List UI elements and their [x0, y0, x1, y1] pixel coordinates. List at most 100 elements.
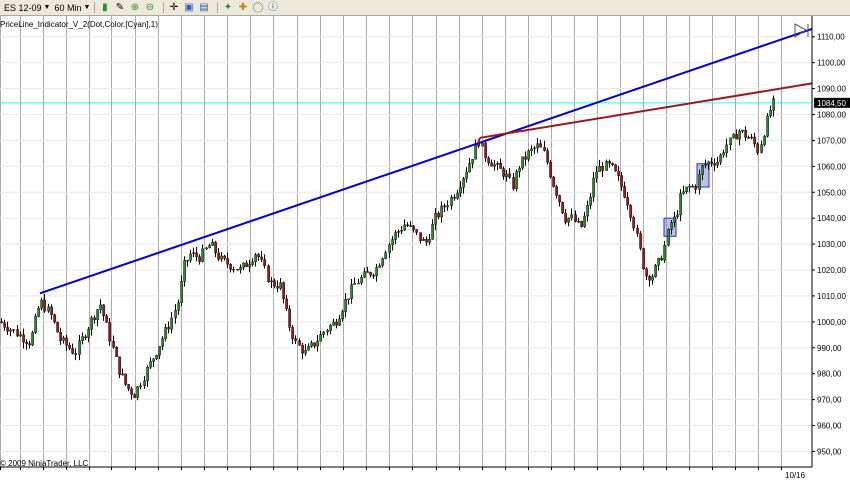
candle-down	[6, 327, 9, 332]
candle-up	[152, 358, 155, 362]
indicator-label: PriceLine_Indicator_V_2(Dot,Color.[Cyan]…	[0, 20, 158, 29]
candle-up	[536, 143, 539, 149]
y-tick-label: 1030,00	[817, 240, 846, 249]
y-tick-label: 1010,00	[817, 292, 846, 301]
candle-up	[388, 244, 391, 253]
candle-down	[112, 341, 115, 348]
candle-up	[81, 336, 84, 342]
zoom-out-icon[interactable]: ⊖	[144, 2, 155, 13]
price-chart[interactable]: 950,00 960,00 970,00 980,00 990,00 1000,00 101…	[0, 16, 850, 483]
candle-down	[245, 262, 248, 267]
pen-icon[interactable]: ✎	[114, 2, 125, 13]
candle-down	[276, 286, 279, 289]
candle-up	[403, 224, 406, 231]
candle-down	[546, 150, 549, 163]
candle-down	[412, 225, 415, 230]
candle-up	[766, 115, 769, 137]
candle-up	[183, 260, 186, 282]
candle-down	[484, 142, 487, 159]
candle-down	[263, 259, 266, 267]
interval-label: 60 Min	[54, 2, 82, 13]
y-tick-label: 950,00	[817, 447, 842, 456]
candle-down	[629, 205, 632, 218]
candle-down	[648, 276, 651, 281]
candle-up	[657, 258, 660, 266]
ellipse-icon[interactable]: ◯	[252, 2, 263, 13]
candle-down	[260, 256, 263, 260]
candle-down	[508, 173, 511, 178]
instrument-selector[interactable]: ES 12-09 ▼	[4, 1, 50, 14]
candle-up	[589, 196, 592, 206]
candle-down	[105, 315, 108, 323]
candle-down	[601, 166, 604, 171]
candle-up	[654, 265, 657, 277]
candle-up	[496, 163, 499, 165]
candle-up	[567, 217, 570, 223]
candle-up	[679, 193, 682, 216]
candle-up	[592, 177, 595, 198]
candle-up	[725, 144, 728, 153]
candle-down	[229, 264, 232, 270]
candle-down	[22, 334, 25, 343]
candle-up	[149, 361, 152, 368]
indicator-icon[interactable]: ✚	[237, 2, 248, 13]
candle-down	[611, 163, 614, 165]
candle-down	[694, 186, 697, 190]
bar-type-icon[interactable]: ▮	[99, 2, 110, 13]
candle-down	[453, 196, 456, 199]
candle-down	[294, 338, 297, 341]
candle-down	[372, 275, 375, 277]
candle-up	[431, 223, 434, 240]
candle-up	[505, 173, 508, 177]
candle-up	[468, 163, 471, 173]
candle-down	[437, 213, 440, 218]
candle-down	[552, 176, 555, 187]
interval-selector[interactable]: 60 Min ▼	[54, 1, 90, 14]
candle-down	[257, 254, 260, 258]
candle-down	[753, 136, 756, 145]
candle-down	[539, 143, 542, 148]
candle-down	[167, 327, 170, 330]
candle-up	[570, 214, 573, 219]
candle-down	[443, 205, 446, 208]
data-box-icon[interactable]: ▤	[198, 2, 209, 13]
candle-up	[164, 327, 167, 339]
candle-down	[0, 321, 3, 324]
candle-up	[719, 154, 722, 163]
candle-down	[65, 337, 68, 346]
y-tick-label: 1090,00	[817, 85, 846, 94]
candle-up	[763, 136, 766, 145]
candle-down	[735, 134, 738, 140]
candle-up	[375, 267, 378, 276]
candle-up	[170, 317, 173, 330]
candle-up	[31, 332, 34, 346]
candle-up	[595, 171, 598, 179]
info-icon[interactable]: ⓘ	[267, 2, 278, 13]
chart-properties-icon[interactable]: ▣	[183, 2, 194, 13]
candle-down	[84, 336, 87, 338]
candle-down	[43, 299, 46, 312]
candle-up	[440, 205, 443, 218]
candle-down	[267, 265, 270, 283]
zoom-in-icon[interactable]: ⊕	[129, 2, 140, 13]
candle-down	[614, 164, 617, 172]
candle-down	[543, 147, 546, 151]
candle-up	[211, 241, 214, 246]
y-tick-label: 1050,00	[817, 188, 846, 197]
candle-up	[673, 216, 676, 223]
candle-up	[121, 373, 124, 376]
crosshair-icon[interactable]: ✛	[168, 2, 179, 13]
y-tick-label: 970,00	[817, 396, 842, 405]
candle-down	[68, 345, 71, 349]
candle-up	[329, 325, 332, 331]
candle-up	[353, 283, 356, 285]
chart-toolbar: ES 12-09 ▼ 60 Min ▼ ▮ ✎ ⊕ ⊖ ✛ ▣ ▤ ✦ ✚ ◯ …	[0, 0, 850, 16]
candle-up	[316, 341, 319, 347]
candle-up	[716, 161, 719, 166]
strategy-icon[interactable]: ✦	[222, 2, 233, 13]
candle-down	[744, 130, 747, 138]
candle-up	[34, 316, 37, 333]
candle-down	[645, 268, 648, 277]
current-price-label: 1084,50	[817, 99, 846, 108]
candle-up	[279, 282, 282, 289]
